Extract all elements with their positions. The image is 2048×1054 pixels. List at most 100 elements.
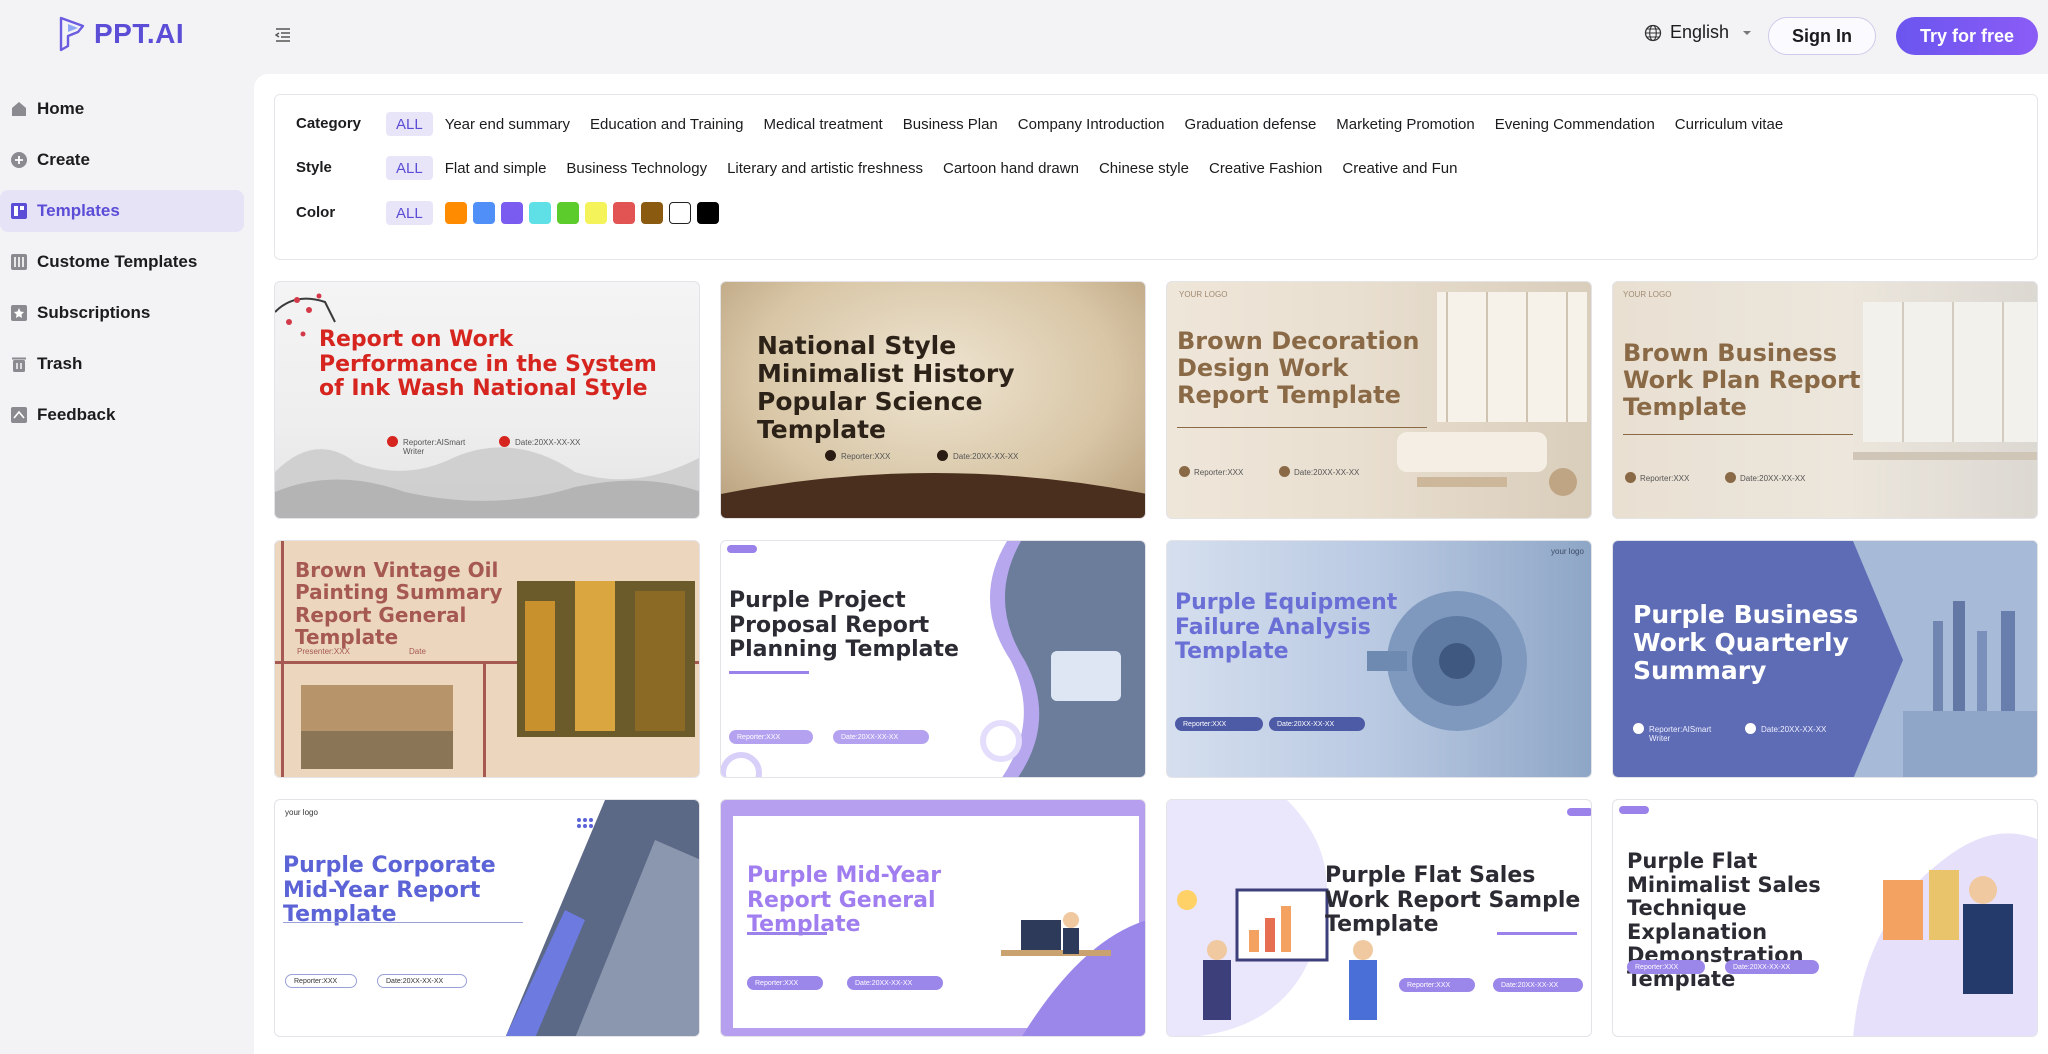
card-reporter: Reporter:XXX: [841, 452, 891, 461]
sidebar-item-label: Templates: [37, 201, 120, 220]
template-card[interactable]: YOUR LOGO Brown Decoration Design Work R…: [1166, 281, 1592, 519]
sidebar-item-trash[interactable]: Trash: [0, 343, 244, 385]
category-chip[interactable]: Education and Training: [580, 112, 753, 136]
color-swatch[interactable]: [696, 202, 719, 224]
sidebar-item-label: Home: [37, 99, 85, 118]
category-chip[interactable]: Business Plan: [893, 112, 1008, 136]
card-date: Date:20XX-XX-XX: [377, 974, 467, 988]
style-chip[interactable]: Literary and artistic freshness: [717, 156, 933, 180]
sidebar-item-label: Subscriptions: [37, 303, 151, 322]
card-logo-text: your logo: [1551, 547, 1584, 556]
sidebar-item-create[interactable]: Create: [0, 139, 244, 181]
reporter-dot: [1625, 472, 1636, 483]
color-all-chip[interactable]: ALL: [386, 201, 433, 225]
sidebar-item-label: Feedback: [37, 405, 116, 424]
color-swatches: [444, 202, 725, 224]
card-date: Date:20XX-XX-XX: [847, 976, 943, 990]
category-chip[interactable]: Year end summary: [435, 112, 580, 136]
card-title: Brown Business Work Plan Report Template: [1623, 339, 1861, 421]
card-reporter: Reporter:XXX: [1175, 717, 1263, 731]
brand-logo[interactable]: PPT.AI: [58, 14, 184, 54]
date-dot: [1279, 466, 1290, 477]
category-chip[interactable]: Company Introduction: [1008, 112, 1175, 136]
globe-icon: [1644, 24, 1662, 41]
collapse-sidebar-icon[interactable]: [274, 26, 292, 44]
card-divider: [747, 932, 827, 935]
date-dot: [937, 450, 948, 461]
color-swatch[interactable]: [640, 202, 663, 224]
style-chip[interactable]: Business Technology: [556, 156, 717, 180]
color-swatch[interactable]: [500, 202, 523, 224]
style-all-chip[interactable]: ALL: [386, 156, 433, 180]
card-date: Date:20XX-XX-XX: [833, 730, 929, 744]
card-logo-text: YOUR LOGO: [1179, 290, 1228, 299]
card-date: Date:20XX-XX-XX: [953, 452, 1019, 461]
style-chip[interactable]: Creative Fashion: [1199, 156, 1332, 180]
subscriptions-icon: [11, 305, 27, 321]
style-chip[interactable]: Flat and simple: [435, 156, 557, 180]
reporter-dot: [1633, 723, 1644, 734]
color-swatch[interactable]: [528, 202, 551, 224]
logo-mark-icon: [59, 16, 85, 52]
card-reporter: Reporter:AISmart Writer: [403, 438, 466, 456]
category-chip[interactable]: Curriculum vitae: [1665, 112, 1793, 136]
card-date: Date:20XX-XX-XX: [1269, 717, 1365, 731]
card-title: Purple Business Work Quarterly Summary: [1633, 600, 1859, 685]
color-swatch[interactable]: [556, 202, 579, 224]
card-date: Date:20XX-XX-XX: [515, 438, 581, 447]
language-selector[interactable]: English: [1644, 22, 1753, 43]
color-swatch[interactable]: [472, 202, 495, 224]
color-swatch[interactable]: [612, 202, 635, 224]
card-date: Date: [409, 647, 426, 656]
language-label: English: [1670, 22, 1730, 42]
color-swatch[interactable]: [668, 202, 691, 224]
reporter-dot: [1179, 466, 1190, 477]
category-all-chip[interactable]: ALL: [386, 112, 433, 136]
reporter-dot: [825, 450, 836, 461]
sidebar-item-subscriptions[interactable]: Subscriptions: [0, 292, 244, 334]
style-chip[interactable]: Cartoon hand drawn: [933, 156, 1089, 180]
card-title: Purple Project Proposal Report Planning …: [729, 588, 959, 663]
template-card[interactable]: Purple Flat Minimalist Sales Technique E…: [1612, 799, 2038, 1037]
color-swatch[interactable]: [444, 202, 467, 224]
category-chip[interactable]: Marketing Promotion: [1326, 112, 1484, 136]
style-filter-row: Style ALL Flat and simple Business Techn…: [275, 153, 2037, 183]
color-label: Color: [296, 204, 336, 221]
try-for-free-button[interactable]: Try for free: [1896, 17, 2038, 55]
date-dot: [1745, 723, 1756, 734]
color-filter-row: Color ALL: [275, 198, 2037, 228]
category-chip[interactable]: Medical treatment: [754, 112, 893, 136]
card-title: Purple Mid-Year Report General Template: [747, 863, 942, 938]
template-card[interactable]: Report on Work Performance in the System…: [274, 281, 700, 519]
style-chip[interactable]: Chinese style: [1089, 156, 1199, 180]
template-card[interactable]: National Style Minimalist History Popula…: [720, 281, 1146, 519]
style-chip[interactable]: Creative and Fun: [1332, 156, 1467, 180]
template-card[interactable]: Purple Business Work Quarterly Summary R…: [1612, 540, 2038, 778]
card-title: Purple Flat Sales Work Report Sample Tem…: [1325, 863, 1581, 938]
template-card[interactable]: YOUR LOGO Brown Business Work Plan Repor…: [1612, 281, 2038, 519]
sidebar-item-label: Trash: [37, 354, 83, 373]
card-reporter: Reporter:XXX: [729, 730, 813, 744]
template-card[interactable]: Brown Vintage Oil Painting Summary Repor…: [274, 540, 700, 778]
card-reporter: Reporter:XXX: [747, 976, 823, 990]
sidebar-item-custom-templates[interactable]: Custome Templates: [0, 241, 244, 283]
category-chip[interactable]: Graduation defense: [1175, 112, 1327, 136]
card-title: Brown Vintage Oil Painting Summary Repor…: [295, 558, 503, 650]
date-dot: [1725, 472, 1736, 483]
template-card[interactable]: your logo Purple Corporate Mid-Year Repo…: [274, 799, 700, 1037]
category-chip[interactable]: Evening Commendation: [1485, 112, 1665, 136]
sidebar-item-home[interactable]: Home: [0, 88, 244, 130]
sidebar-item-feedback[interactable]: Feedback: [0, 394, 244, 436]
card-reporter: Reporter:XXX: [1627, 960, 1705, 974]
color-swatch[interactable]: [584, 202, 607, 224]
sign-in-button[interactable]: Sign In: [1768, 17, 1876, 55]
category-options: ALL Year end summary Education and Train…: [386, 109, 1793, 139]
color-options: ALL: [386, 198, 725, 228]
template-card[interactable]: Purple Project Proposal Report Planning …: [720, 540, 1146, 778]
template-card[interactable]: Purple Flat Sales Work Report Sample Tem…: [1166, 799, 1592, 1037]
template-card[interactable]: Purple Mid-Year Report General Template …: [720, 799, 1146, 1037]
template-card[interactable]: your logo Purple Equipment Failure Analy…: [1166, 540, 1592, 778]
plus-circle-icon: [11, 152, 27, 168]
card-reporter: Reporter:XXX: [1194, 468, 1244, 477]
sidebar-item-templates[interactable]: Templates: [0, 190, 244, 232]
